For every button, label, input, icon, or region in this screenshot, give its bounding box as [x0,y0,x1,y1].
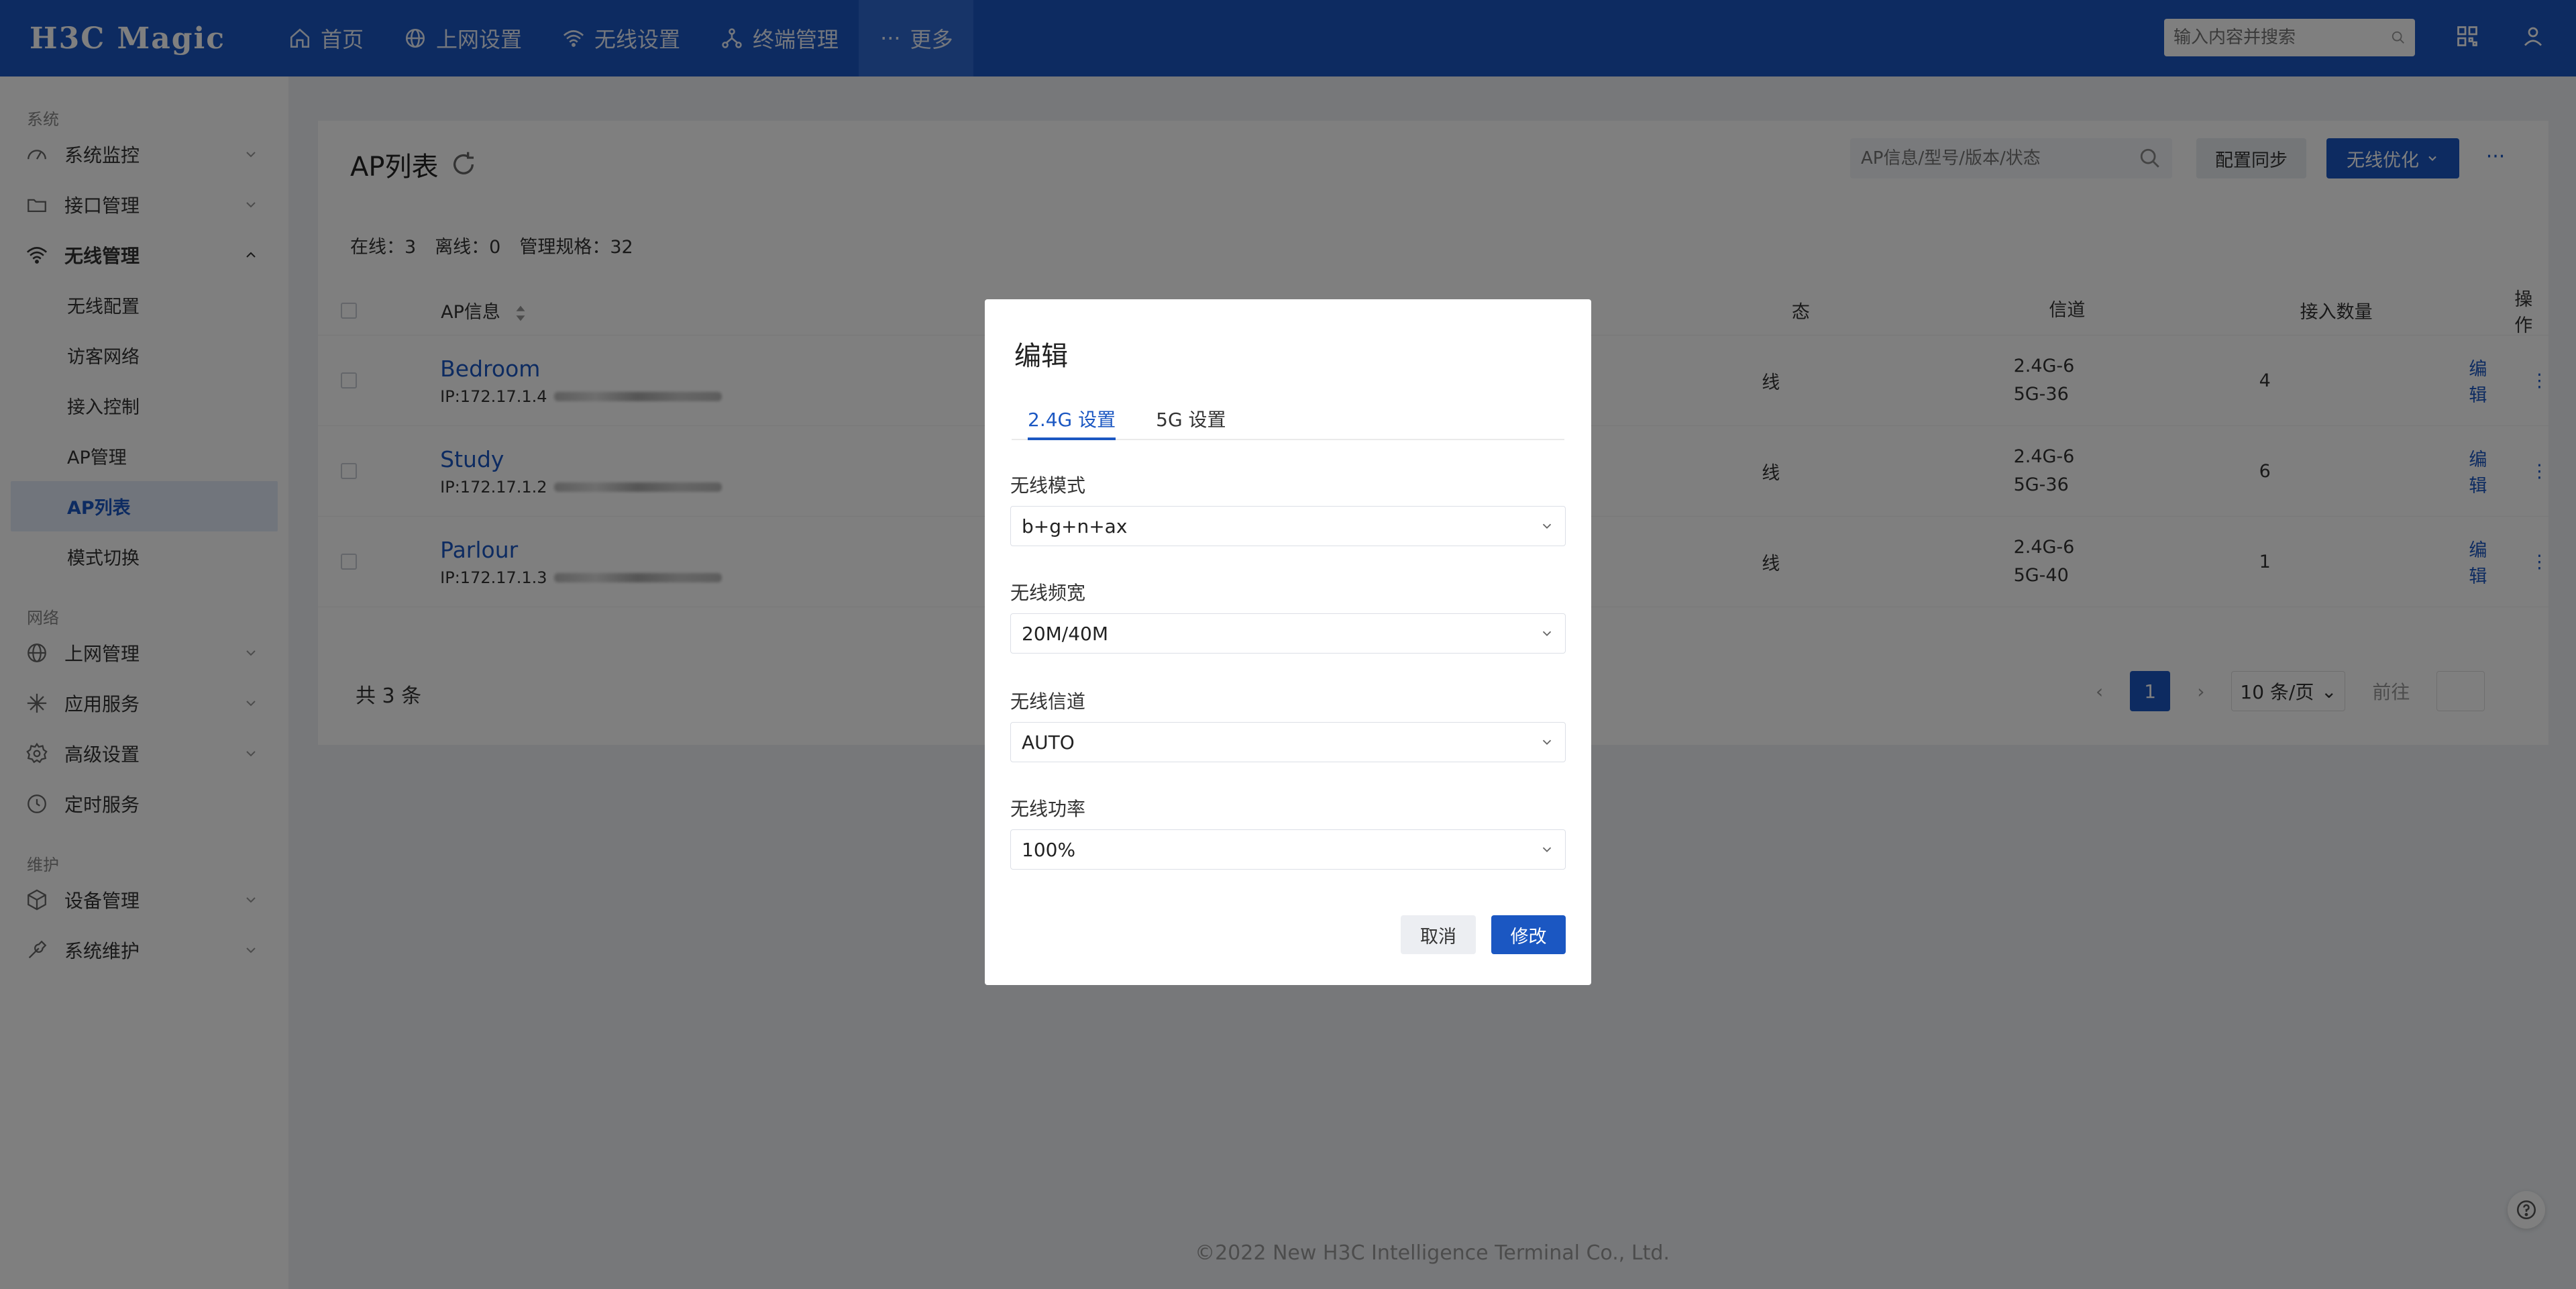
chevron-down-icon [1542,739,1552,745]
select-value: b+g+n+ax [1022,515,1128,537]
field-label-channel: 无线信道 [1010,690,1086,713]
chevron-down-icon [1542,631,1552,637]
chevron-down-icon [1542,847,1552,853]
field-label-bandwidth: 无线频宽 [1010,582,1086,604]
select-value: AUTO [1022,731,1075,754]
tab-24g[interactable]: 2.4G 设置 [1028,405,1116,440]
channel-select[interactable]: AUTO [1010,722,1566,762]
select-value: 100% [1022,838,1076,861]
wireless-mode-select[interactable]: b+g+n+ax [1010,506,1566,546]
dialog-title: 编辑 [1014,341,1068,372]
edit-dialog: 编辑 2.4G 设置 5G 设置 无线模式 b+g+n+ax 无线频宽 20M/… [985,299,1591,985]
dialog-tabs: 2.4G 设置 5G 设置 [1012,405,1564,440]
cancel-button[interactable]: 取消 [1401,915,1476,954]
field-label-power: 无线功率 [1010,798,1086,820]
chevron-down-icon [1542,523,1552,529]
bandwidth-select[interactable]: 20M/40M [1010,613,1566,654]
select-value: 20M/40M [1022,622,1109,645]
field-label-mode: 无线模式 [1010,474,1086,497]
modify-button[interactable]: 修改 [1491,915,1566,954]
tab-5g[interactable]: 5G 设置 [1156,405,1226,440]
power-select[interactable]: 100% [1010,829,1566,870]
